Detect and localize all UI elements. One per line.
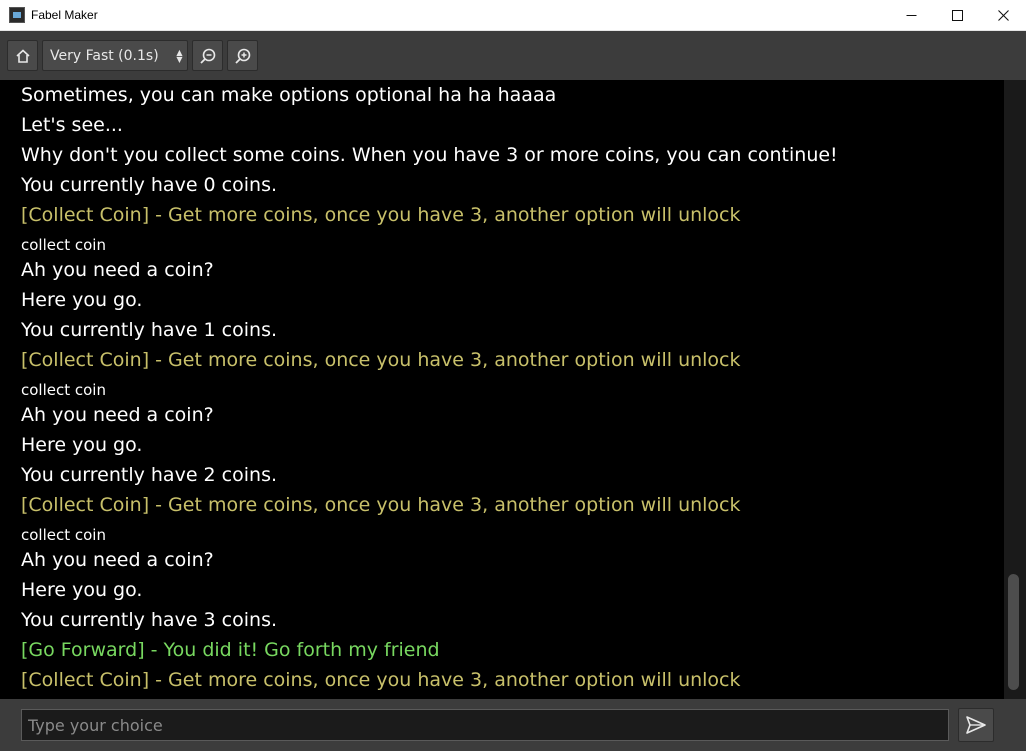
- app-icon: [9, 7, 25, 23]
- scrollbar-thumb[interactable]: [1008, 574, 1019, 690]
- narration-line: Ah you need a coin?: [21, 404, 214, 426]
- maximize-button[interactable]: [934, 0, 980, 31]
- option-line: [Collect Coin] - Get more coins, once yo…: [21, 669, 741, 691]
- narration-line: You currently have 2 coins.: [21, 464, 278, 486]
- narration-line: You currently have 0 coins.: [21, 174, 278, 196]
- send-icon: [966, 716, 986, 734]
- narration-line: You currently have 1 coins.: [21, 319, 278, 341]
- close-button[interactable]: [980, 0, 1026, 31]
- home-button[interactable]: [7, 40, 38, 71]
- select-arrows-icon: ▲ ▼: [176, 48, 183, 64]
- toolbar: Very Fast (0.1s) ▲ ▼: [0, 31, 1026, 80]
- window-controls: [888, 0, 1026, 31]
- narration-line: Here you go.: [21, 289, 143, 311]
- narration-line: Let's see...: [21, 114, 123, 136]
- maximize-icon: [951, 10, 963, 21]
- narration-line: Here you go.: [21, 434, 143, 456]
- option-line: [Collect Coin] - Get more coins, once yo…: [21, 204, 741, 226]
- user-input-line: collect coin: [21, 236, 106, 254]
- option-line-unlocked: [Go Forward] - You did it! Go forth my f…: [21, 639, 440, 661]
- minimize-icon: [906, 15, 916, 16]
- user-input-line: collect coin: [21, 381, 106, 399]
- zoom-in-icon: [234, 48, 250, 64]
- narration-line: Here you go.: [21, 579, 143, 601]
- input-bar: [0, 699, 1026, 751]
- title-bar: Fabel Maker: [0, 0, 1026, 31]
- zoom-out-icon: [199, 48, 215, 64]
- choice-input[interactable]: [21, 709, 949, 741]
- narration-line: Ah you need a coin?: [21, 549, 214, 571]
- narration-line: You currently have 3 coins.: [21, 609, 278, 631]
- log-scrollbar[interactable]: [1004, 80, 1026, 699]
- window-title: Fabel Maker: [31, 8, 98, 22]
- narration-line: Sometimes, you can make options optional…: [21, 84, 557, 106]
- speed-select[interactable]: Very Fast (0.1s) ▲ ▼: [42, 40, 188, 71]
- narration-line: Why don't you collect some coins. When y…: [21, 144, 838, 166]
- narration-line: Ah you need a coin?: [21, 259, 214, 281]
- send-button[interactable]: [958, 708, 994, 742]
- close-icon: [997, 10, 1009, 21]
- option-line: [Collect Coin] - Get more coins, once yo…: [21, 349, 741, 371]
- home-icon: [15, 48, 30, 63]
- minimize-button[interactable]: [888, 0, 934, 31]
- speed-select-value: Very Fast (0.1s): [50, 47, 159, 64]
- option-line: [Collect Coin] - Get more coins, once yo…: [21, 494, 741, 516]
- zoom-in-button[interactable]: [227, 40, 258, 71]
- zoom-out-button[interactable]: [192, 40, 223, 71]
- story-log: Sometimes, you can make options optional…: [0, 80, 1004, 699]
- user-input-line: collect coin: [21, 526, 106, 544]
